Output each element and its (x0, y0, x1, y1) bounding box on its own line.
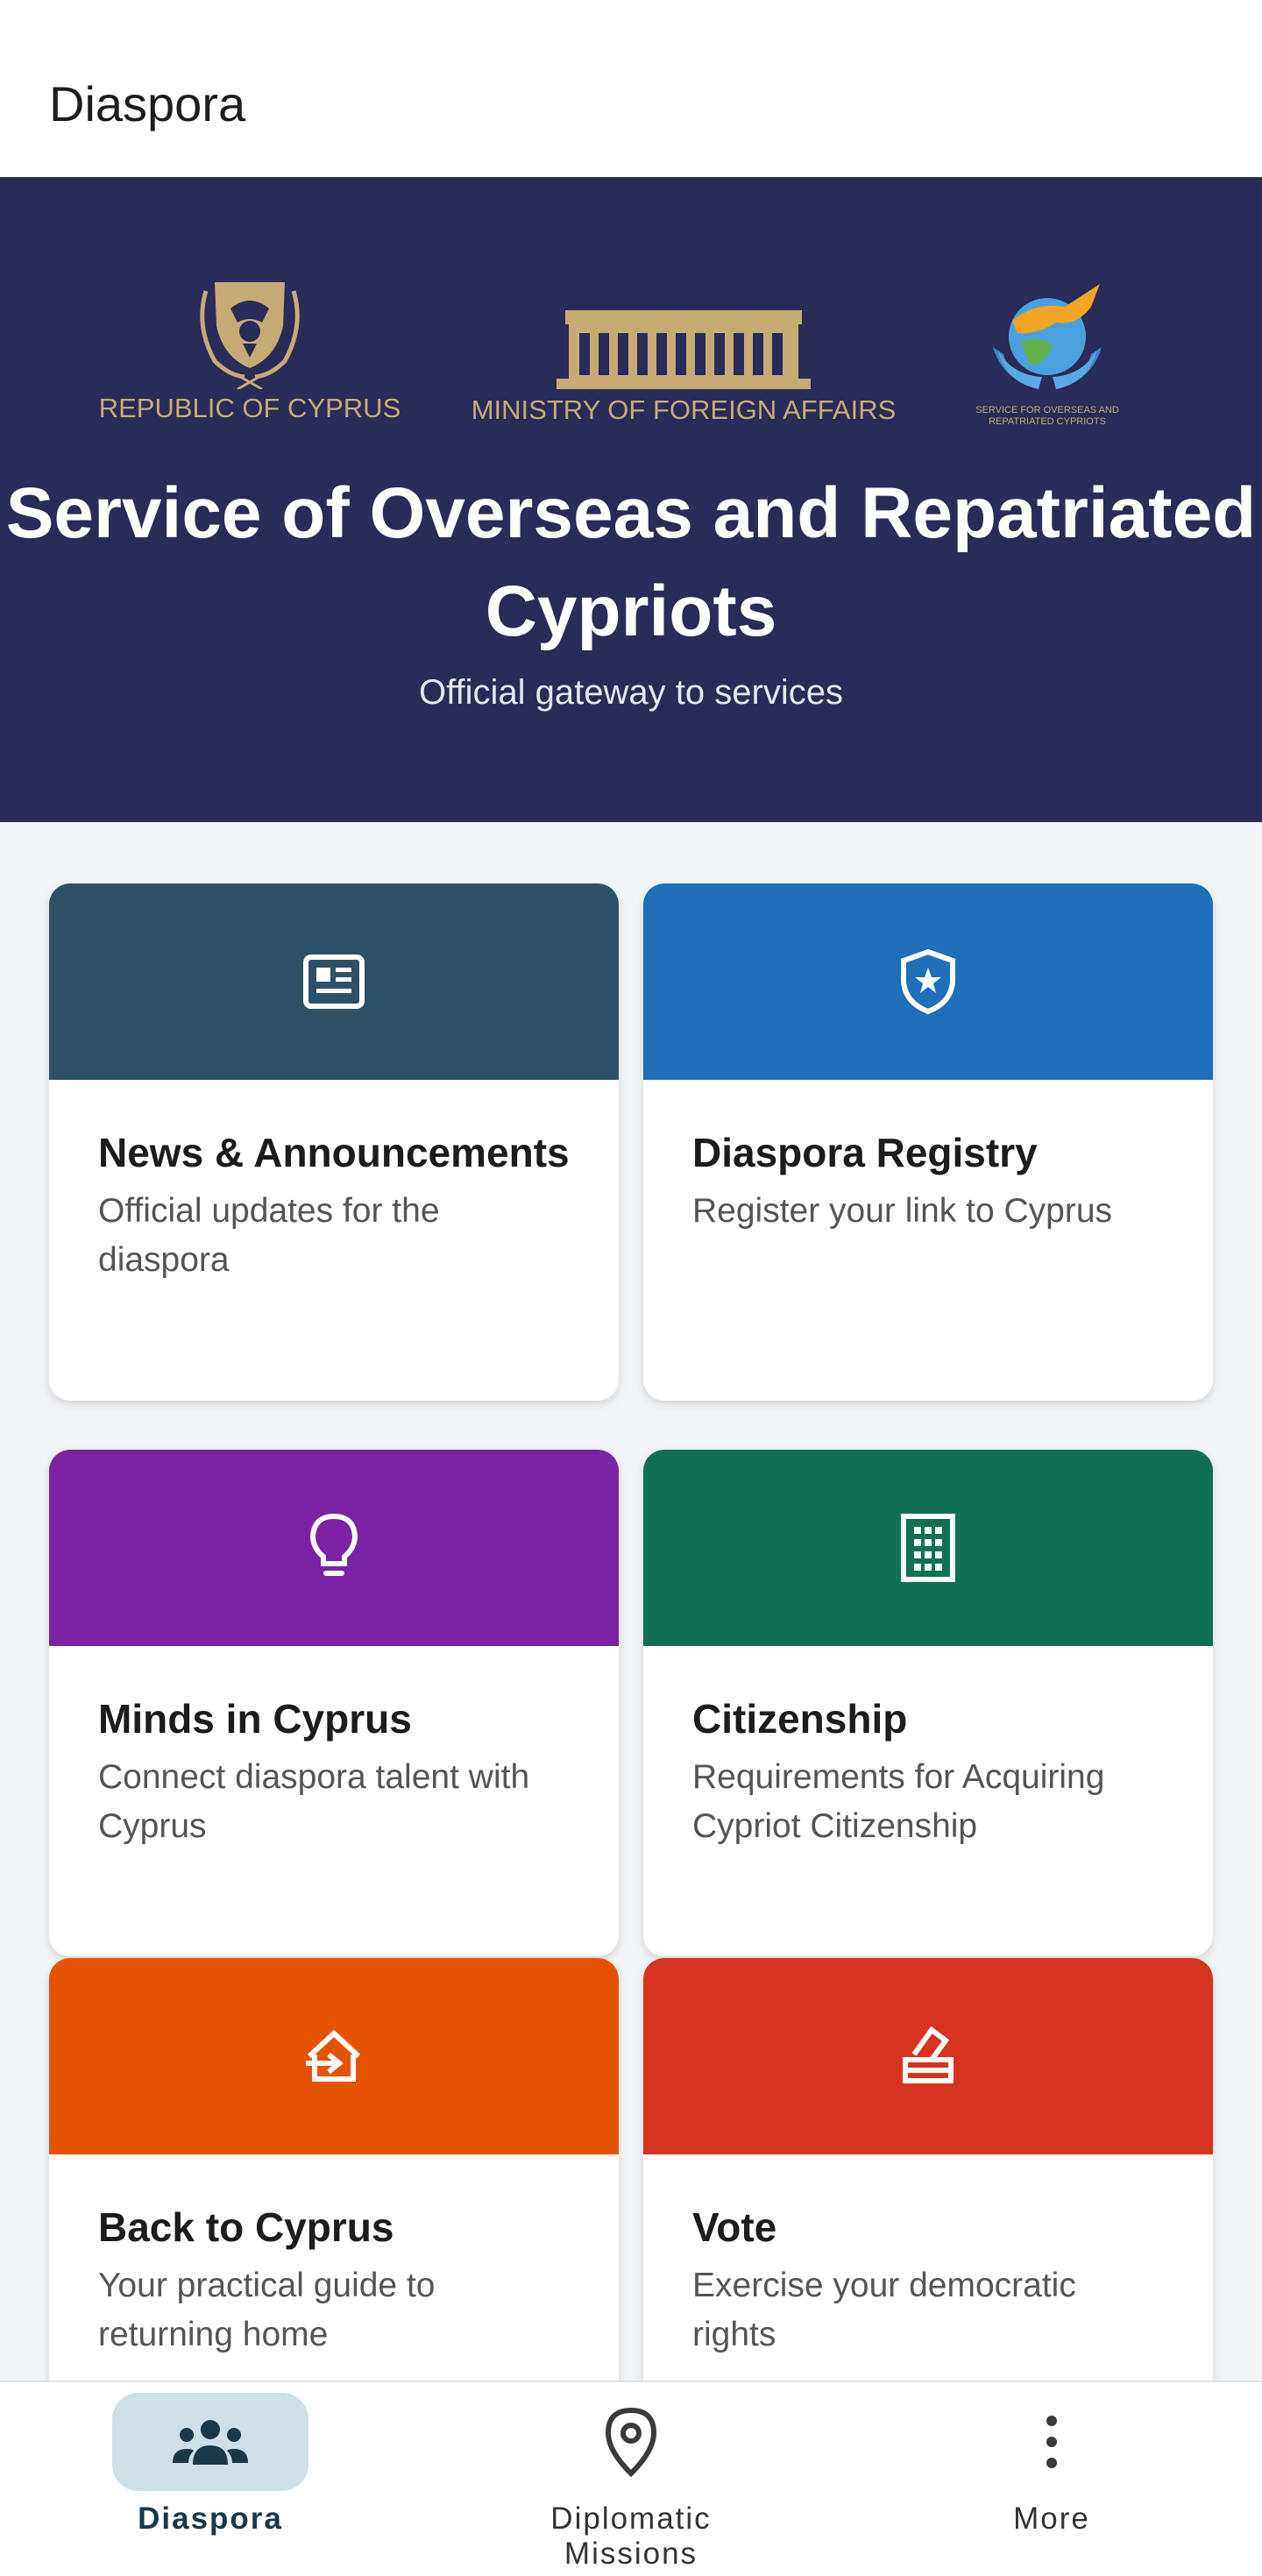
globe-hands-logo-icon (993, 284, 1102, 391)
building-icon (901, 1514, 955, 1582)
app-bar: Diaspora (0, 0, 1262, 177)
card-description: Register your link to Cyprus (692, 1192, 1113, 1230)
card-diaspora-registry[interactable]: Diaspora Registry Register your link to … (643, 884, 1213, 1401)
nav-icon-container (533, 2393, 729, 2491)
ministry-logo-label: MINISTRY OF FOREIGN AFFAIRS (471, 394, 897, 425)
card-title: News & Announcements (98, 1130, 570, 1175)
nav-item-diplomatic-missions[interactable]: Diplomatic Missions (500, 2382, 762, 2572)
nav-item-more[interactable]: More (920, 2382, 1183, 2537)
card-title: Back to Cyprus (98, 2204, 394, 2250)
ballot-box-icon (903, 2026, 954, 2083)
card-header (643, 1958, 1213, 2154)
card-news[interactable]: News & Announcements Official updates fo… (49, 884, 619, 1401)
ministry-logo: MINISTRY OF FOREIGN AFFAIRS (456, 310, 911, 426)
newspaper-icon (303, 954, 365, 1009)
card-title: Minds in Cyprus (98, 1696, 412, 1742)
card-description: Official updates for the diaspora (98, 1192, 440, 1279)
return-home-icon (306, 2029, 361, 2082)
shield-star-icon (901, 948, 955, 1015)
card-description: Requirements for Acquiring Cypriot Citiz… (692, 1758, 1105, 1845)
cyprus-coat-of-arms-icon (200, 282, 300, 389)
card-minds-in-cyprus[interactable]: Minds in Cyprus Connect diaspora talent … (49, 1450, 619, 1956)
bottom-navigation: Diaspora Diplomatic Missions More (0, 2381, 1262, 2576)
card-description: Exercise your democratic rights (692, 2267, 1076, 2353)
republic-logo-label: REPUBLIC OF CYPRUS (98, 393, 401, 423)
card-title: Citizenship (692, 1696, 908, 1742)
card-header (643, 884, 1213, 1080)
card-citizenship[interactable]: Citizenship Requirements for Acquiring C… (643, 1450, 1213, 1956)
hero-title: Service of Overseas and Repatriated Cypr… (5, 473, 1257, 651)
more-vertical-icon (1046, 2416, 1057, 2468)
card-header (49, 884, 619, 1080)
nav-active-indicator (112, 2393, 308, 2491)
lightbulb-icon (309, 1513, 358, 1576)
card-title: Diaspora Registry (692, 1130, 1038, 1175)
service-logo-label: SERVICE FOR OVERSEAS AND REPATRIATED CYP… (975, 405, 1119, 427)
nav-label: More (1013, 2501, 1090, 2536)
card-header (643, 1450, 1213, 1646)
card-description: Your practical guide to returning home (98, 2267, 436, 2353)
card-header (49, 1958, 619, 2154)
people-icon (173, 2420, 248, 2465)
card-header (49, 1450, 619, 1646)
nav-label: Diaspora (138, 2501, 283, 2536)
nav-icon-container (954, 2393, 1150, 2491)
republic-logo: REPUBLIC OF CYPRUS (96, 273, 403, 424)
hero-banner: REPUBLIC OF CYPRUS MINISTRY OF FOREIGN A… (0, 177, 1262, 822)
service-logo: SERVICE FOR OVERSEAS AND REPATRIATED CYP… (973, 280, 1122, 428)
card-description: Connect diaspora talent with Cyprus (98, 1758, 530, 1845)
nav-label: Diplomatic Missions (550, 2501, 712, 2571)
ministry-building-icon (557, 310, 811, 389)
page-title: Diaspora (49, 76, 246, 131)
location-pin-icon (605, 2407, 657, 2477)
card-title: Vote (692, 2204, 777, 2250)
nav-item-diaspora[interactable]: Diaspora (79, 2382, 342, 2537)
hero-subtitle: Official gateway to services (419, 673, 843, 712)
